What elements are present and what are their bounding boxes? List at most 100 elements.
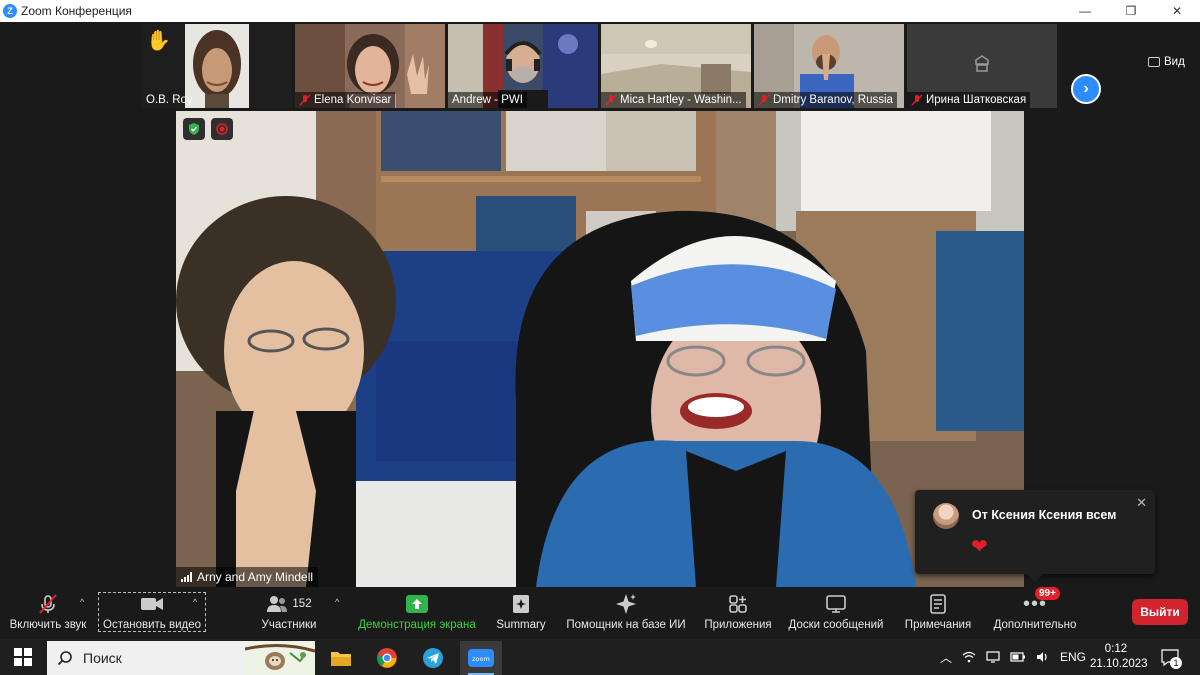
participant-name-bar: Elena Konvisar [295,92,396,108]
search-placeholder: Поиск [83,650,122,666]
search-highlight-sloth-icon [245,641,315,675]
unmute-button[interactable]: Включить звук [8,591,88,635]
system-tray: ︿ ENG [940,639,1086,675]
view-label: Вид [1164,56,1185,68]
restore-button[interactable]: ❐ [1108,0,1154,22]
meeting-status-icons [183,118,233,140]
signal-strength-icon [181,572,192,582]
notes-icon [929,591,947,617]
participant-name-bar: Dmitry Baranov, Russia [754,92,897,108]
input-language[interactable]: ENG [1060,650,1086,664]
summary-button[interactable]: Summary [490,591,552,635]
ai-companion-label: Помощник на базе ИИ [566,619,686,631]
more-button[interactable]: ••• Дополнительно [988,591,1082,635]
participant-name: Mica Hartley - Washin... [620,94,742,106]
action-center-icon[interactable]: 1 [1160,647,1182,669]
next-page-button[interactable]: › [1071,74,1101,104]
telegram-icon [423,648,443,668]
mic-muted-icon [758,94,770,106]
encryption-shield-icon[interactable] [183,118,205,140]
window-controls: — ❐ ✕ [1062,0,1200,22]
participant-tile-irina-shatkovskaya[interactable]: Ирина Шатковская [907,24,1057,108]
presenter-placeholder-icon [975,55,989,72]
whiteboards-label: Доски сообщений [788,619,884,631]
toast-sender: От Ксения Ксения всем [972,508,1117,522]
chat-reaction-toast[interactable]: От Ксения Ксения всем ✕ ❤ [915,490,1155,582]
network-icon[interactable] [962,651,976,663]
notification-count: 1 [1170,657,1182,669]
sparkle-icon [615,591,637,617]
battery-icon[interactable] [1010,652,1026,662]
participant-name: Ирина Шатковская [926,94,1027,106]
apps-button[interactable]: Приложения [700,591,776,635]
clock-time: 0:12 [1104,643,1128,655]
ai-companion-button[interactable]: Помощник на базе ИИ [563,591,689,635]
participant-name-bar: Ирина Шатковская [907,92,1031,108]
close-icon[interactable]: ✕ [1136,495,1147,511]
window-title: Zoom Конференция [21,4,132,18]
taskbar-search-box[interactable]: Поиск [47,641,315,675]
folder-icon [331,652,351,666]
close-button[interactable]: ✕ [1154,0,1200,22]
taskbar-clock[interactable]: 0:12 21.10.2023 [1090,642,1148,672]
summary-icon [511,591,531,617]
chrome-icon [377,648,397,668]
participants-label: Участники [261,619,317,631]
clock-date: 21.10.2023 [1090,658,1148,670]
participant-name: Andrew - PWI [452,94,523,106]
participant-name-bar: Mica Hartley - Washin... [601,92,746,108]
minimize-button[interactable]: — [1062,0,1108,22]
whiteboards-button[interactable]: Доски сообщений [786,591,886,635]
participant-tile-dmitry-baranov[interactable]: Dmitry Baranov, Russia [754,24,904,108]
notes-label: Примечания [904,619,972,631]
summary-label: Summary [496,619,546,631]
windows-taskbar: Поиск zoom ︿ ENG 0:12 21.10.2023 1 [0,639,1200,675]
video-options-chevron-icon[interactable]: ^ [193,597,197,607]
participant-name-bar: O.B. Roy [142,92,197,108]
apps-icon [728,591,748,617]
participant-tile-andrew-pwi[interactable]: Andrew - PWI [448,24,598,108]
leave-button[interactable]: Выйти [1132,599,1188,625]
svg-text:zoom: zoom [472,655,490,663]
view-button[interactable]: Вид [1148,52,1185,72]
unmute-label: Включить звук [9,619,87,631]
apps-label: Приложения [704,619,772,631]
recording-icon[interactable] [211,118,233,140]
volume-icon[interactable] [1036,651,1050,663]
participant-tile-mica-hartley[interactable]: Mica Hartley - Washin... [601,24,751,108]
search-icon [57,651,72,666]
sender-avatar [933,503,959,529]
participant-strip: ✋ O.B. Roy Elena Konvisar Andrew - PWI M… [0,22,1200,110]
share-screen-button[interactable]: Демонстрация экрана [356,591,478,635]
taskbar-file-explorer[interactable] [320,641,362,675]
participants-button[interactable]: 152 Участники [258,591,320,635]
mic-muted-icon [911,94,923,106]
meeting-toolbar: Включить звук ^ Остановить видео ^ 152 У… [0,587,1200,639]
participant-name-bar: Andrew - PWI [448,92,527,108]
video-camera-icon [140,591,164,617]
stop-video-button[interactable]: Остановить видео [100,591,204,635]
taskbar-zoom[interactable]: zoom [460,641,502,675]
zoom-logo-icon: Z [3,4,17,18]
stop-video-label: Остановить видео [103,619,201,631]
speaker-name: Arny and Amy Mindell [197,570,314,584]
speaker-name-bar: Arny and Amy Mindell [176,567,319,587]
mic-muted-icon [605,94,617,106]
monitor-icon[interactable] [986,651,1000,663]
audio-options-chevron-icon[interactable]: ^ [80,597,84,607]
taskbar-telegram[interactable] [412,641,454,675]
active-speaker-video[interactable]: Arny and Amy Mindell [176,111,1024,587]
participants-options-chevron-icon[interactable]: ^ [335,597,339,607]
notes-button[interactable]: Примечания [900,591,976,635]
grid-view-icon [1148,57,1160,67]
participant-tile-ob-roy[interactable]: ✋ O.B. Roy [142,24,292,108]
toast-pointer [1027,574,1043,582]
tray-overflow-chevron-icon[interactable]: ︿ [940,649,952,666]
raised-hand-icon: ✋ [146,30,171,52]
participant-name: Elena Konvisar [314,94,392,106]
participant-name: O.B. Roy [146,94,193,106]
taskbar-chrome[interactable] [366,641,408,675]
participant-tile-elena-konvisar[interactable]: Elena Konvisar [295,24,445,108]
windows-start-icon[interactable] [14,648,32,666]
share-screen-label: Демонстрация экрана [358,619,476,631]
